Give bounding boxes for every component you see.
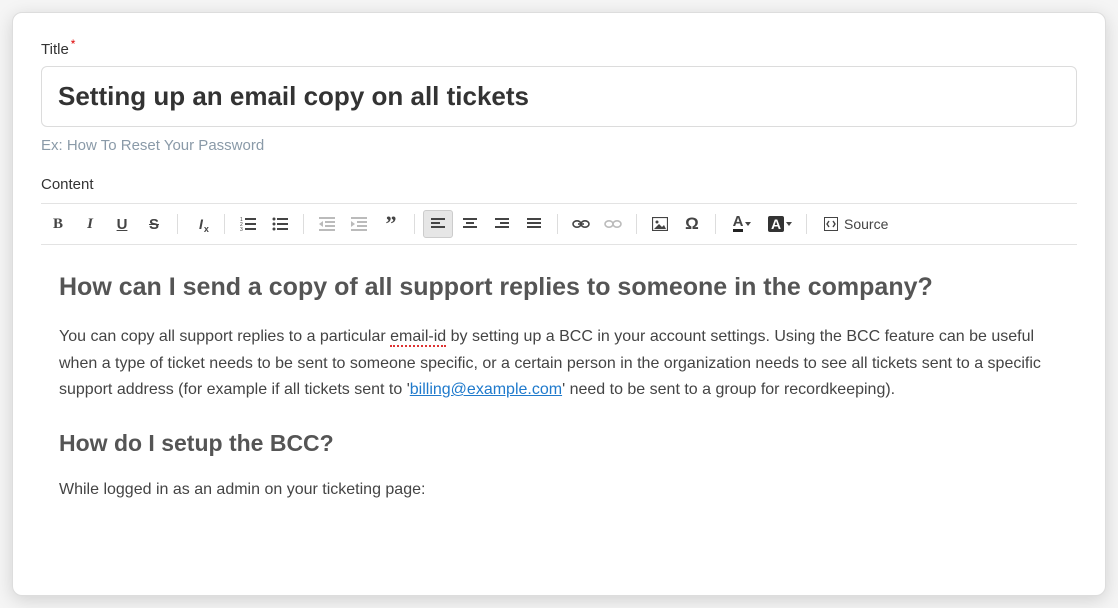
remove-format-icon: I bbox=[199, 216, 203, 232]
numbered-list-button[interactable]: 123 bbox=[233, 210, 263, 238]
numbered-list-icon: 123 bbox=[240, 217, 256, 231]
editor-heading-2: How do I setup the BCC? bbox=[59, 425, 1059, 463]
title-helper: Ex: How To Reset Your Password bbox=[41, 137, 1077, 154]
content-label: Content bbox=[41, 176, 1077, 193]
align-justify-icon bbox=[527, 218, 541, 230]
spell-error: email-id bbox=[390, 328, 446, 347]
title-label: Title* bbox=[41, 37, 1077, 58]
editor-paragraph-2: While logged in as an admin on your tick… bbox=[59, 477, 1059, 503]
link-button[interactable] bbox=[566, 210, 596, 238]
blockquote-button[interactable]: ” bbox=[376, 210, 406, 238]
align-center-button[interactable] bbox=[455, 210, 485, 238]
required-asterisk: * bbox=[71, 37, 76, 51]
omega-icon: Ω bbox=[685, 214, 699, 234]
text-color-icon: A bbox=[733, 216, 744, 232]
chevron-down-icon bbox=[786, 222, 792, 226]
content-editor[interactable]: How can I send a copy of all support rep… bbox=[41, 245, 1077, 504]
bold-icon: B bbox=[53, 216, 63, 233]
blockquote-icon: ” bbox=[386, 219, 397, 229]
unlink-button[interactable] bbox=[598, 210, 628, 238]
source-label: Source bbox=[844, 216, 888, 232]
separator bbox=[557, 214, 558, 234]
align-justify-button[interactable] bbox=[519, 210, 549, 238]
title-input[interactable] bbox=[41, 66, 1077, 127]
editor-paragraph-1: You can copy all support replies to a pa… bbox=[59, 324, 1059, 403]
separator bbox=[636, 214, 637, 234]
strike-icon: S bbox=[149, 216, 159, 233]
bold-button[interactable]: B bbox=[43, 210, 73, 238]
align-right-button[interactable] bbox=[487, 210, 517, 238]
chevron-down-icon bbox=[745, 222, 751, 226]
editor-link-billing[interactable]: billing@example.com bbox=[410, 381, 562, 398]
editor-heading-1: How can I send a copy of all support rep… bbox=[59, 267, 1059, 308]
svg-text:3: 3 bbox=[240, 227, 243, 231]
align-left-button[interactable] bbox=[423, 210, 453, 238]
special-char-button[interactable]: Ω bbox=[677, 210, 707, 238]
indent-button[interactable] bbox=[344, 210, 374, 238]
separator bbox=[224, 214, 225, 234]
editor-toolbar: B I U S I 123 ” bbox=[41, 203, 1077, 245]
align-center-icon bbox=[463, 218, 477, 230]
bullet-list-icon bbox=[272, 217, 288, 231]
source-button[interactable]: Source bbox=[815, 210, 897, 238]
align-right-icon bbox=[495, 218, 509, 230]
separator bbox=[715, 214, 716, 234]
bg-color-icon: A bbox=[768, 216, 784, 232]
underline-button[interactable]: U bbox=[107, 210, 137, 238]
separator bbox=[414, 214, 415, 234]
indent-icon bbox=[351, 217, 367, 231]
unlink-icon bbox=[604, 219, 622, 229]
separator bbox=[806, 214, 807, 234]
image-icon bbox=[652, 217, 668, 231]
editor-card: Title* Ex: How To Reset Your Password Co… bbox=[12, 12, 1106, 596]
remove-format-button[interactable]: I bbox=[186, 210, 216, 238]
underline-icon: U bbox=[117, 216, 128, 233]
bg-color-button[interactable]: A bbox=[762, 210, 798, 238]
outdent-button[interactable] bbox=[312, 210, 342, 238]
align-left-icon bbox=[431, 218, 445, 230]
image-button[interactable] bbox=[645, 210, 675, 238]
bullet-list-button[interactable] bbox=[265, 210, 295, 238]
strike-button[interactable]: S bbox=[139, 210, 169, 238]
separator bbox=[303, 214, 304, 234]
italic-button[interactable]: I bbox=[75, 210, 105, 238]
text-color-button[interactable]: A bbox=[724, 210, 760, 238]
title-label-text: Title bbox=[41, 41, 69, 58]
separator bbox=[177, 214, 178, 234]
source-icon bbox=[824, 217, 838, 231]
italic-icon: I bbox=[87, 216, 93, 233]
outdent-icon bbox=[319, 217, 335, 231]
link-icon bbox=[572, 219, 590, 229]
